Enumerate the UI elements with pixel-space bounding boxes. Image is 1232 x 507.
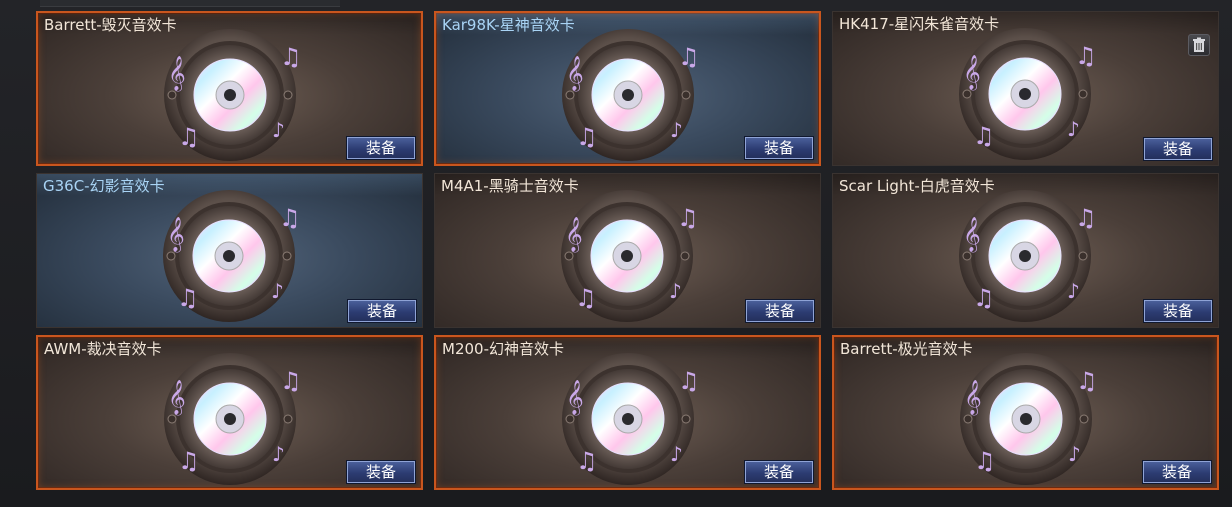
equip-button[interactable]: 装备 [745,299,815,323]
svg-text:♫: ♫ [973,284,995,312]
svg-text:♪: ♪ [670,118,683,142]
svg-text:♫: ♫ [280,367,302,395]
svg-text:♫: ♫ [678,43,700,71]
speaker-cd-icon: 𝄞 ♫ ♫ ♪ [164,353,302,485]
svg-text:♫: ♫ [576,447,598,475]
svg-text:♪: ♪ [1067,117,1080,141]
svg-text:♫: ♫ [1075,204,1097,232]
sound-card[interactable]: M4A1-黑骑士音效卡 𝄞 ♫ ♫ ♪ 装备 [434,173,821,328]
speaker-cd-icon: 𝄞 ♫ ♫ ♪ [163,190,301,322]
svg-text:♪: ♪ [669,279,682,303]
sound-card[interactable]: Barrett-极光音效卡 𝄞 ♫ ♫ ♪ 装备 [832,335,1219,490]
equip-button[interactable]: 装备 [744,460,814,484]
svg-text:𝄞: 𝄞 [167,217,185,253]
sound-card[interactable]: Scar Light-白虎音效卡 𝄞 ♫ ♫ ♪ 装备 [832,173,1219,328]
svg-text:♫: ♫ [1075,42,1097,70]
svg-text:𝄞: 𝄞 [168,380,186,416]
sound-card[interactable]: Barrett-毁灭音效卡 𝄞 ♫ ♫ ♪ 装备 [36,11,423,166]
svg-text:♫: ♫ [575,284,597,312]
equip-button[interactable]: 装备 [346,136,416,160]
svg-text:𝄞: 𝄞 [566,56,584,92]
sound-card[interactable]: Kar98K-星神音效卡 𝄞 ♫ ♫ ♪ 装备 [434,11,821,166]
svg-text:♫: ♫ [973,122,995,150]
svg-text:♫: ♫ [576,123,598,151]
svg-text:♫: ♫ [677,204,699,232]
top-tab-strip [40,0,340,7]
svg-text:♫: ♫ [177,284,199,312]
equip-button[interactable]: 装备 [346,460,416,484]
inventory-window: Barrett-毁灭音效卡 𝄞 ♫ ♫ ♪ 装备 Kar98K-星神音效卡 𝄞 … [0,0,1232,507]
svg-text:♪: ♪ [272,442,285,466]
trash-icon[interactable] [1188,34,1210,56]
svg-text:♫: ♫ [178,123,200,151]
svg-text:𝄞: 𝄞 [964,380,982,416]
svg-text:♪: ♪ [670,442,683,466]
svg-text:♫: ♫ [279,204,301,232]
speaker-cd-icon: 𝄞 ♫ ♫ ♪ [164,29,302,161]
svg-text:♫: ♫ [974,447,996,475]
svg-text:♫: ♫ [178,447,200,475]
speaker-cd-icon: 𝄞 ♫ ♫ ♪ [562,353,700,485]
sound-card[interactable]: G36C-幻影音效卡 𝄞 ♫ ♫ ♪ 装备 [36,173,423,328]
svg-text:𝄞: 𝄞 [963,217,981,253]
sound-card[interactable]: AWM-裁决音效卡 𝄞 ♫ ♫ ♪ 装备 [36,335,423,490]
sound-card[interactable]: HK417-星闪朱雀音效卡 𝄞 ♫ ♫ ♪ 装备 [832,11,1219,166]
speaker-cd-icon: 𝄞 ♫ ♫ ♪ [959,190,1097,322]
svg-text:♪: ♪ [271,279,284,303]
sound-card-grid: Barrett-毁灭音效卡 𝄞 ♫ ♫ ♪ 装备 Kar98K-星神音效卡 𝄞 … [36,11,1228,495]
svg-text:♪: ♪ [1067,279,1080,303]
speaker-cd-icon: 𝄞 ♫ ♫ ♪ [960,353,1098,485]
equip-button[interactable]: 装备 [1142,460,1212,484]
svg-text:𝄞: 𝄞 [963,55,981,91]
sound-card[interactable]: M200-幻神音效卡 𝄞 ♫ ♫ ♪ 装备 [434,335,821,490]
equip-button[interactable]: 装备 [1143,137,1213,161]
svg-text:♫: ♫ [280,43,302,71]
equip-button[interactable]: 装备 [1143,299,1213,323]
svg-text:♪: ♪ [272,118,285,142]
equip-button[interactable]: 装备 [744,136,814,160]
speaker-cd-icon: 𝄞 ♫ ♫ ♪ [562,29,700,161]
svg-text:𝄞: 𝄞 [565,217,583,253]
svg-text:𝄞: 𝄞 [168,56,186,92]
svg-text:♫: ♫ [1076,367,1098,395]
svg-text:♪: ♪ [1068,442,1081,466]
svg-text:𝄞: 𝄞 [566,380,584,416]
svg-text:♫: ♫ [678,367,700,395]
speaker-cd-icon: 𝄞 ♫ ♫ ♪ [959,28,1097,160]
equip-button[interactable]: 装备 [347,299,417,323]
speaker-cd-icon: 𝄞 ♫ ♫ ♪ [561,190,699,322]
